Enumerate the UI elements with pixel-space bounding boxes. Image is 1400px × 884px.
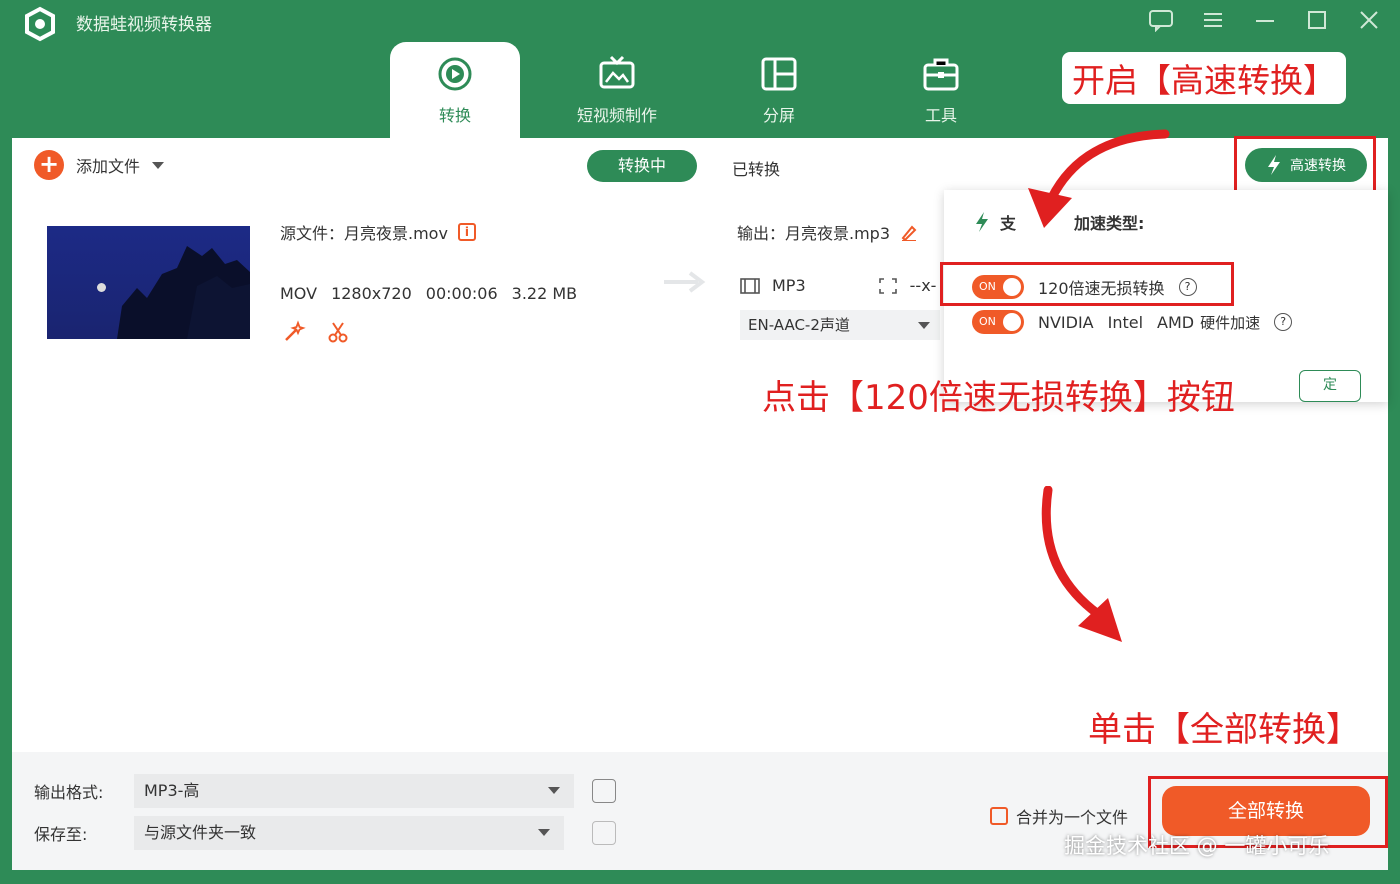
tab-converting[interactable]: 转换中 [587,150,697,182]
tab-converted[interactable]: 已转换 [732,156,780,180]
file-duration: 00:00:06 [425,284,498,303]
tab-label: 转换 [438,106,471,125]
nvidia-label: NVIDIA [1038,312,1094,332]
merge-checkbox[interactable] [990,807,1008,825]
tab-short-video[interactable]: 短视频制作 [552,42,682,138]
save-to-value: 与源文件夹一致 [144,823,257,842]
chevron-down-icon [538,829,550,836]
tab-label: 短视频制作 [576,106,657,125]
folder-icon[interactable] [592,821,616,845]
annotation-click-120x: 点击【120倍速无损转换】按钮 [762,378,1235,418]
file-tools [282,320,350,344]
tab-convert[interactable]: 转换 [390,42,520,138]
film-icon [740,277,760,294]
main-tabs: 转换 短视频制作 分屏 工具 [390,42,1038,138]
audio-track-value: EN-AAC-2声道 [748,316,850,334]
lightning-icon [976,212,988,232]
merge-files-option[interactable]: 合并为一个文件 [990,804,1128,828]
output-format-row: MP3 --x- [740,276,936,295]
output-format-label: 输出格式: [34,783,104,802]
output-resolution: --x- [909,276,937,295]
scissors-icon[interactable] [326,320,350,344]
edit-pencil-icon[interactable] [900,223,918,241]
option-hardware-accel[interactable]: ON NVIDIA Intel AMD 硬件加速 ? [972,310,1293,334]
save-to-row: 保存至: 与源文件夹一致 [34,816,616,850]
menu-icon[interactable] [1200,8,1226,32]
merge-label: 合并为一个文件 [1016,808,1129,827]
highlight-box-120x [940,262,1234,306]
source-file-label: 源文件：月亮夜景.mov i [280,220,476,244]
tab-label: 分屏 [762,106,795,125]
save-to-label: 保存至: [34,825,88,844]
split-screen-icon [761,57,797,91]
add-file-label: 添加文件 [76,157,141,176]
output-file-name: 输出：月亮夜景.mp3 [737,224,891,243]
save-to-select[interactable]: 与源文件夹一致 [134,816,564,850]
toolbox-icon [923,58,959,91]
output-format[interactable]: MP3 [772,276,806,295]
convert-panel: + 添加文件 转换中 已转换 高速转换 源文件：月亮夜景.mov i MOV 1… [12,136,1388,752]
file-meta: MOV 1280x720 00:00:06 3.22 MB [280,284,577,303]
hardware-accel-label: 硬件加速 [1200,313,1261,332]
video-thumbnail[interactable] [47,226,250,339]
output-file-label: 输出：月亮夜景.mp3 [737,220,918,244]
plus-icon: + [34,150,64,180]
chevron-down-icon[interactable] [152,161,165,169]
chevron-down-icon [548,787,560,794]
magic-wand-icon[interactable] [282,320,306,344]
watermark: 掘金技术社区 @ 一罐小可乐 [1064,834,1330,858]
tab-split-screen[interactable]: 分屏 [714,42,844,138]
annotation-arrow-icon [1028,129,1170,228]
annotation-enable-turbo: 开启【高速转换】 [1062,52,1346,104]
output-format-value: MP3-高 [144,781,200,800]
output-format-row: 输出格式: MP3-高 [34,774,616,808]
annotation-click-all: 单击【全部转换】 [1088,710,1360,750]
close-icon[interactable] [1356,8,1382,32]
confirm-button[interactable]: 定 [1299,370,1361,402]
app-title: 数据蛙视频转换器 [76,15,212,35]
annotation-arrow-icon [1041,486,1122,642]
app-logo-icon [25,6,55,42]
source-file-name: 源文件：月亮夜景.mov [280,224,448,243]
tab-label: 工具 [924,106,957,125]
file-format: MOV [280,284,318,303]
amd-label: AMD [1157,312,1195,332]
convert-icon [438,57,472,91]
add-file-button[interactable]: + 添加文件 [34,150,165,180]
window-controls [1148,8,1382,33]
info-icon[interactable]: i [457,223,476,241]
arrow-right-icon [664,271,706,293]
settings-icon[interactable] [592,779,616,803]
maximize-icon[interactable] [1304,8,1330,32]
chevron-down-icon [918,322,930,329]
minimize-icon[interactable] [1252,8,1278,32]
feedback-icon[interactable] [1148,8,1174,33]
output-format-select[interactable]: MP3-高 [134,774,574,808]
tree-silhouette [117,246,250,339]
intel-label: Intel [1107,312,1144,332]
file-resolution: 1280x720 [331,284,412,303]
audio-track-select[interactable]: EN-AAC-2声道 [740,310,940,340]
highlight-box-turbo [1234,136,1376,194]
expand-icon[interactable] [878,277,898,295]
tv-icon [599,55,635,89]
tab-tools[interactable]: 工具 [876,42,1006,138]
toggle-hardware[interactable]: ON [972,310,1024,334]
file-size: 3.22 MB [511,284,578,303]
help-icon[interactable]: ? [1274,313,1293,331]
